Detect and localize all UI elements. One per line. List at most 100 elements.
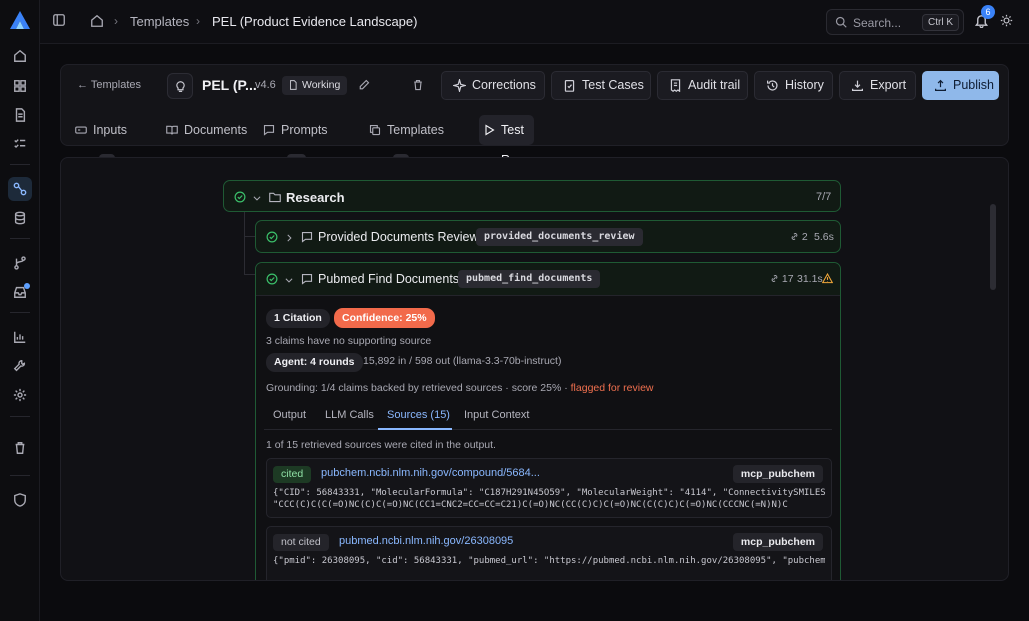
nav-documents-icon[interactable] bbox=[8, 103, 32, 127]
check-circle-icon bbox=[234, 191, 246, 203]
snippet-line: {"pmid": 26308095, "cid": 56843331, "pub… bbox=[273, 556, 825, 566]
test-run-panel: Research 7/7 Provided Documents Review p… bbox=[60, 157, 1009, 581]
nav-tools-icon[interactable] bbox=[8, 354, 32, 378]
source-card[interactable]: cited pubchem.ncbi.nlm.nih.gov/compound/… bbox=[266, 458, 832, 518]
nav-analytics-icon[interactable] bbox=[8, 325, 32, 349]
copy-icon bbox=[369, 124, 381, 136]
export-label: Export bbox=[870, 78, 907, 92]
subtab-output[interactable]: Output bbox=[273, 409, 306, 421]
publish-button[interactable]: Publish bbox=[922, 71, 999, 100]
sources-summary: 1 of 15 retrieved sources were cited in … bbox=[266, 439, 496, 451]
source-tool-badge: mcp_pubchem bbox=[732, 533, 823, 551]
source-tool-badge: mcp_pubchem bbox=[732, 465, 823, 483]
tab-test-run[interactable]: Test Run bbox=[479, 115, 534, 167]
breadcrumb-home-icon[interactable] bbox=[90, 14, 104, 31]
tree-connector bbox=[244, 274, 255, 275]
audit-trail-button[interactable]: Audit trail bbox=[657, 71, 748, 100]
search-icon bbox=[835, 16, 847, 28]
theme-toggle-icon[interactable] bbox=[1000, 14, 1013, 30]
nav-settings-icon[interactable] bbox=[8, 383, 32, 407]
chevron-down-icon[interactable] bbox=[252, 192, 262, 206]
tab-prompts[interactable]: Prompts17 bbox=[259, 115, 328, 169]
corrections-button[interactable]: Corrections bbox=[441, 71, 545, 100]
source-snippet: {"pmid": 26308095, "cid": 56843331, "pub… bbox=[273, 556, 825, 566]
nav-home-icon[interactable] bbox=[8, 44, 32, 68]
tab-templates[interactable]: Templates2 bbox=[365, 115, 444, 169]
tree-connector bbox=[244, 236, 255, 237]
tab-inputs-label: Inputs bbox=[93, 123, 128, 137]
search-box[interactable]: Search... Ctrl K bbox=[826, 9, 964, 35]
link-icon bbox=[791, 233, 798, 240]
message-icon bbox=[301, 231, 313, 246]
pubmed-find-documents-step: Pubmed Find Documents pubmed_find_docume… bbox=[255, 262, 841, 580]
tab-templates-label: Templates bbox=[387, 123, 444, 137]
notification-count-badge: 6 bbox=[981, 5, 995, 19]
source-card[interactable]: not cited pubmed.ncbi.nlm.nih.gov/263080… bbox=[266, 526, 832, 580]
subtab-llm-calls[interactable]: LLM Calls bbox=[325, 409, 374, 421]
notifications-button[interactable]: 6 bbox=[974, 5, 995, 31]
step-title: Pubmed Find Documents bbox=[318, 272, 460, 286]
status-label: Working bbox=[302, 79, 341, 91]
research-step[interactable]: Research 7/7 bbox=[223, 180, 841, 212]
citation-status-badge: cited bbox=[273, 466, 312, 483]
grounding-text: Grounding: 1/4 claims backed by retrieve… bbox=[266, 382, 571, 394]
app-logo-icon[interactable] bbox=[9, 9, 31, 31]
history-icon bbox=[767, 80, 778, 91]
edit-title-icon[interactable] bbox=[358, 79, 370, 94]
template-version: v4.6 bbox=[255, 79, 276, 91]
export-button[interactable]: Export bbox=[839, 71, 916, 100]
nav-checklist-icon[interactable] bbox=[8, 132, 32, 156]
grounding-summary: Grounding: 1/4 claims backed by retrieve… bbox=[266, 382, 654, 394]
step-header[interactable]: Pubmed Find Documents pubmed_find_docume… bbox=[256, 263, 840, 296]
tab-prompts-label: Prompts bbox=[281, 123, 328, 137]
chevron-down-icon[interactable] bbox=[284, 274, 294, 288]
check-circle-icon bbox=[266, 273, 278, 285]
confidence-pill: Confidence: 25% bbox=[334, 308, 435, 328]
message-icon bbox=[263, 124, 275, 136]
nav-security-icon[interactable] bbox=[8, 488, 32, 512]
step-duration: 5.6s bbox=[814, 231, 834, 243]
provided-documents-review-step[interactable]: Provided Documents Review provided_docum… bbox=[255, 220, 841, 253]
token-usage: 15,892 in / 598 out (llama-3.3-70b-instr… bbox=[363, 355, 561, 367]
test-cases-label: Test Cases bbox=[582, 78, 644, 92]
snippet-line: {"CID": 56843331, "MolecularFormula": "C… bbox=[273, 488, 825, 498]
nav-branch-icon[interactable] bbox=[8, 251, 32, 275]
link-icon bbox=[771, 275, 778, 282]
tree-connector bbox=[244, 212, 245, 274]
back-to-templates-link[interactable]: ← Templates bbox=[77, 79, 141, 91]
claims-note: 3 claims have no supporting source bbox=[266, 335, 432, 347]
source-url-link[interactable]: pubchem.ncbi.nlm.nih.gov/compound/5684..… bbox=[321, 467, 540, 479]
search-shortcut: Ctrl K bbox=[922, 14, 959, 31]
subtab-active-indicator bbox=[378, 428, 452, 430]
delete-template-icon[interactable] bbox=[412, 79, 424, 94]
tab-inputs[interactable]: Inputs4 bbox=[71, 115, 128, 169]
tab-documents[interactable]: Documents bbox=[162, 115, 247, 145]
breadcrumb-templates[interactable]: Templates bbox=[130, 14, 189, 29]
step-title: Provided Documents Review bbox=[318, 230, 479, 244]
lightbulb-icon bbox=[175, 80, 185, 92]
tab-documents-label: Documents bbox=[184, 123, 248, 137]
upload-icon bbox=[935, 79, 946, 91]
step-code: provided_documents_review bbox=[476, 228, 643, 246]
subtab-input-context[interactable]: Input Context bbox=[464, 409, 529, 421]
folder-icon bbox=[269, 191, 281, 206]
step-code: pubmed_find_documents bbox=[458, 270, 601, 288]
toggle-sidebar-icon[interactable] bbox=[52, 13, 68, 29]
template-header: ← Templates PEL (P... v4.6 Working Corre… bbox=[60, 64, 1009, 169]
template-icon bbox=[167, 73, 193, 99]
source-url-link[interactable]: pubmed.ncbi.nlm.nih.gov/26308095 bbox=[339, 535, 513, 547]
nav-database-icon[interactable] bbox=[8, 206, 32, 230]
history-button[interactable]: History bbox=[754, 71, 833, 100]
citation-status-badge: not cited bbox=[273, 534, 329, 551]
subtab-sources[interactable]: Sources (15) bbox=[387, 409, 450, 421]
chevron-right-icon[interactable] bbox=[284, 232, 294, 246]
agent-rounds-pill: Agent: 4 rounds bbox=[266, 353, 363, 372]
warning-icon bbox=[821, 272, 834, 287]
nav-trash-icon[interactable] bbox=[8, 436, 32, 460]
input-icon bbox=[75, 126, 87, 134]
nav-dashboard-icon[interactable] bbox=[8, 74, 32, 98]
nav-workflows-icon[interactable] bbox=[8, 177, 32, 201]
scrollbar[interactable] bbox=[990, 204, 996, 290]
test-cases-button[interactable]: Test Cases bbox=[551, 71, 651, 100]
subtab-divider bbox=[264, 429, 832, 430]
